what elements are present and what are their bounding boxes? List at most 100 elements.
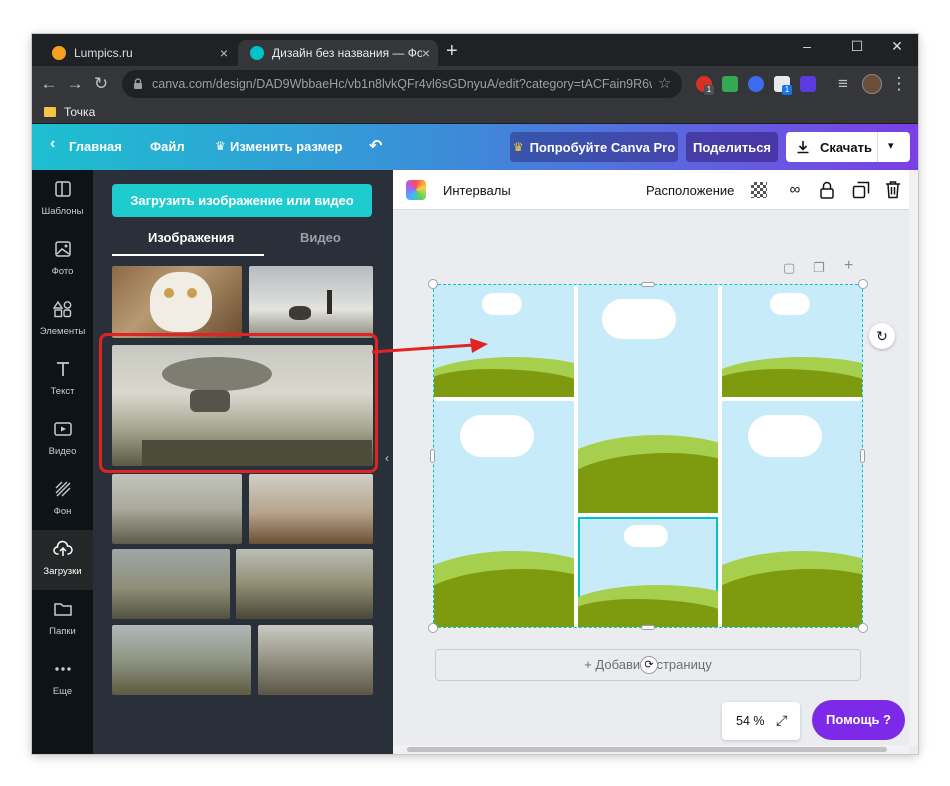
chevron-left-icon[interactable]: ‹: [50, 135, 55, 153]
undo-icon[interactable]: ↶: [369, 136, 382, 156]
uploaded-image-mech-sheep[interactable]: [112, 549, 230, 619]
tab-canva[interactable]: Дизайн без названия — Фотоко ×: [238, 40, 438, 66]
uploaded-image-forest[interactable]: [258, 625, 373, 695]
try-canva-pro-button[interactable]: ♛ Попробуйте Canva Pro: [510, 132, 678, 162]
back-icon[interactable]: ←: [38, 73, 60, 95]
close-tab-icon[interactable]: ×: [220, 45, 228, 61]
resize-handle[interactable]: [860, 449, 865, 463]
resize-handle[interactable]: [858, 279, 868, 289]
copy-page-icon[interactable]: ❐: [813, 260, 825, 276]
rail-item-background[interactable]: Фон: [32, 470, 93, 530]
uploaded-image-mech-battle[interactable]: [236, 549, 373, 619]
bookmark-star-icon[interactable]: ☆: [658, 74, 671, 92]
uploaded-image-cows[interactable]: [112, 625, 251, 695]
folders-icon: [53, 603, 72, 616]
scrollbar-thumb[interactable]: [407, 747, 887, 752]
profile-avatar[interactable]: [862, 74, 882, 94]
address-bar[interactable]: canva.com/design/DAD9WbbaeHc/vb1n8lvkQFr…: [122, 70, 682, 98]
video-icon: [53, 422, 72, 436]
intervals-button[interactable]: Интервалы: [443, 183, 511, 198]
maximize-icon[interactable]: ☐: [842, 38, 872, 55]
layout-button[interactable]: Расположение: [646, 183, 734, 198]
uploaded-image-winter-field[interactable]: [249, 266, 373, 338]
upload-media-button[interactable]: Загрузить изображение или видео: [112, 184, 372, 217]
resize-handle[interactable]: [858, 623, 868, 633]
note-icon[interactable]: ▢: [783, 260, 795, 276]
scrollbar-track[interactable]: [909, 170, 918, 210]
tab-video[interactable]: Видео: [300, 230, 341, 245]
browser-menu-icon[interactable]: ⋮: [888, 73, 910, 95]
download-label: Скачать: [820, 139, 872, 155]
resize-handle[interactable]: [428, 623, 438, 633]
close-tab-icon[interactable]: ×: [422, 45, 430, 61]
resize-handle[interactable]: [428, 279, 438, 289]
transparency-icon[interactable]: [751, 182, 767, 198]
reload-icon[interactable]: ↻: [90, 73, 112, 95]
rotate-handle-icon[interactable]: ⟳: [640, 656, 658, 674]
close-window-icon[interactable]: ✕: [882, 38, 912, 55]
browser-toolbar: ← → ↻ canva.com/design/DAD9WbbaeHc/vb1n8…: [32, 66, 918, 102]
uploaded-image-mech-village[interactable]: [112, 474, 242, 544]
uploaded-image-cat[interactable]: [112, 266, 242, 338]
rail-item-templates[interactable]: Шаблоны: [32, 170, 93, 230]
extension-badge: 1: [782, 85, 792, 95]
rail-item-elements[interactable]: Элементы: [32, 290, 93, 350]
tab-images[interactable]: Изображения: [148, 230, 234, 245]
chevron-down-icon[interactable]: ▾: [888, 139, 894, 152]
selection-box: [433, 284, 863, 628]
tab-lumpics[interactable]: Lumpics.ru ×: [40, 40, 236, 66]
zoom-level: 54 %: [736, 714, 765, 728]
zoom-control[interactable]: 54 % ⤢: [722, 702, 800, 740]
uploaded-image-mech-field[interactable]: [249, 474, 373, 544]
extension-ad-icon[interactable]: [800, 76, 816, 92]
canva-favicon-icon: [250, 46, 264, 60]
resize-button[interactable]: Изменить размер: [230, 139, 342, 154]
download-button[interactable]: Скачать ▾: [786, 132, 910, 162]
extension-globe-icon[interactable]: [748, 76, 764, 92]
color-palette-icon[interactable]: [406, 180, 426, 200]
duplicate-icon[interactable]: [852, 181, 870, 199]
help-button[interactable]: Помощь ?: [812, 700, 905, 740]
url-text: canva.com/design/DAD9WbbaeHc/vb1n8lvkQFr…: [152, 77, 652, 91]
resize-handle[interactable]: [430, 449, 435, 463]
rail-label: Фон: [53, 506, 72, 517]
cat-shape: [150, 272, 212, 332]
rail-label: Фото: [51, 266, 74, 277]
canvas-area: Интервалы Расположение ∞ ▢ ❐ + ↻ + Добав…: [393, 170, 918, 754]
tab-strip: Lumpics.ru × Дизайн без названия — Фоток…: [32, 34, 918, 66]
bear-shape: [289, 306, 311, 320]
tab-title: Lumpics.ru: [74, 46, 133, 60]
rail-label: Текст: [50, 386, 75, 397]
new-tab-icon[interactable]: +: [446, 41, 458, 61]
crown-icon: ♛: [512, 140, 524, 154]
resize-handle[interactable]: [641, 625, 655, 630]
link-icon[interactable]: ∞: [785, 180, 805, 200]
trash-icon[interactable]: [885, 180, 901, 199]
rail-item-more[interactable]: Еще: [32, 650, 93, 710]
file-menu[interactable]: Файл: [150, 139, 185, 154]
rail-item-video[interactable]: Видео: [32, 410, 93, 470]
reading-list-icon[interactable]: ≡: [832, 73, 854, 95]
rotate-icon[interactable]: ↻: [869, 323, 895, 349]
forward-icon[interactable]: →: [64, 73, 86, 95]
vertical-scrollbar[interactable]: [909, 210, 918, 746]
resize-handle[interactable]: [641, 282, 655, 287]
fullscreen-icon[interactable]: ⤢: [776, 712, 787, 729]
background-icon: [55, 481, 70, 497]
add-page-icon[interactable]: +: [844, 257, 853, 275]
lock-icon[interactable]: [819, 181, 835, 199]
minimize-icon[interactable]: –: [792, 38, 822, 54]
rail-item-photo[interactable]: Фото: [32, 230, 93, 290]
rail-item-text[interactable]: Текст: [32, 350, 93, 410]
horizontal-scrollbar[interactable]: [393, 745, 909, 754]
bookmark-tochka[interactable]: Точка: [64, 105, 95, 119]
rail-item-folders[interactable]: Папки: [32, 590, 93, 650]
share-button[interactable]: Поделиться: [686, 132, 778, 162]
home-link[interactable]: Главная: [69, 139, 122, 154]
chevron-left-icon: ‹: [385, 451, 389, 465]
canva-header: ‹ Главная Файл ♛ Изменить размер ↶ ♛ Поп…: [32, 124, 918, 170]
extension-check-icon[interactable]: [722, 76, 738, 92]
bookmarks-bar: Точка: [32, 102, 918, 124]
rail-item-uploads[interactable]: Загрузки: [32, 530, 93, 590]
person-shape: [327, 290, 332, 314]
